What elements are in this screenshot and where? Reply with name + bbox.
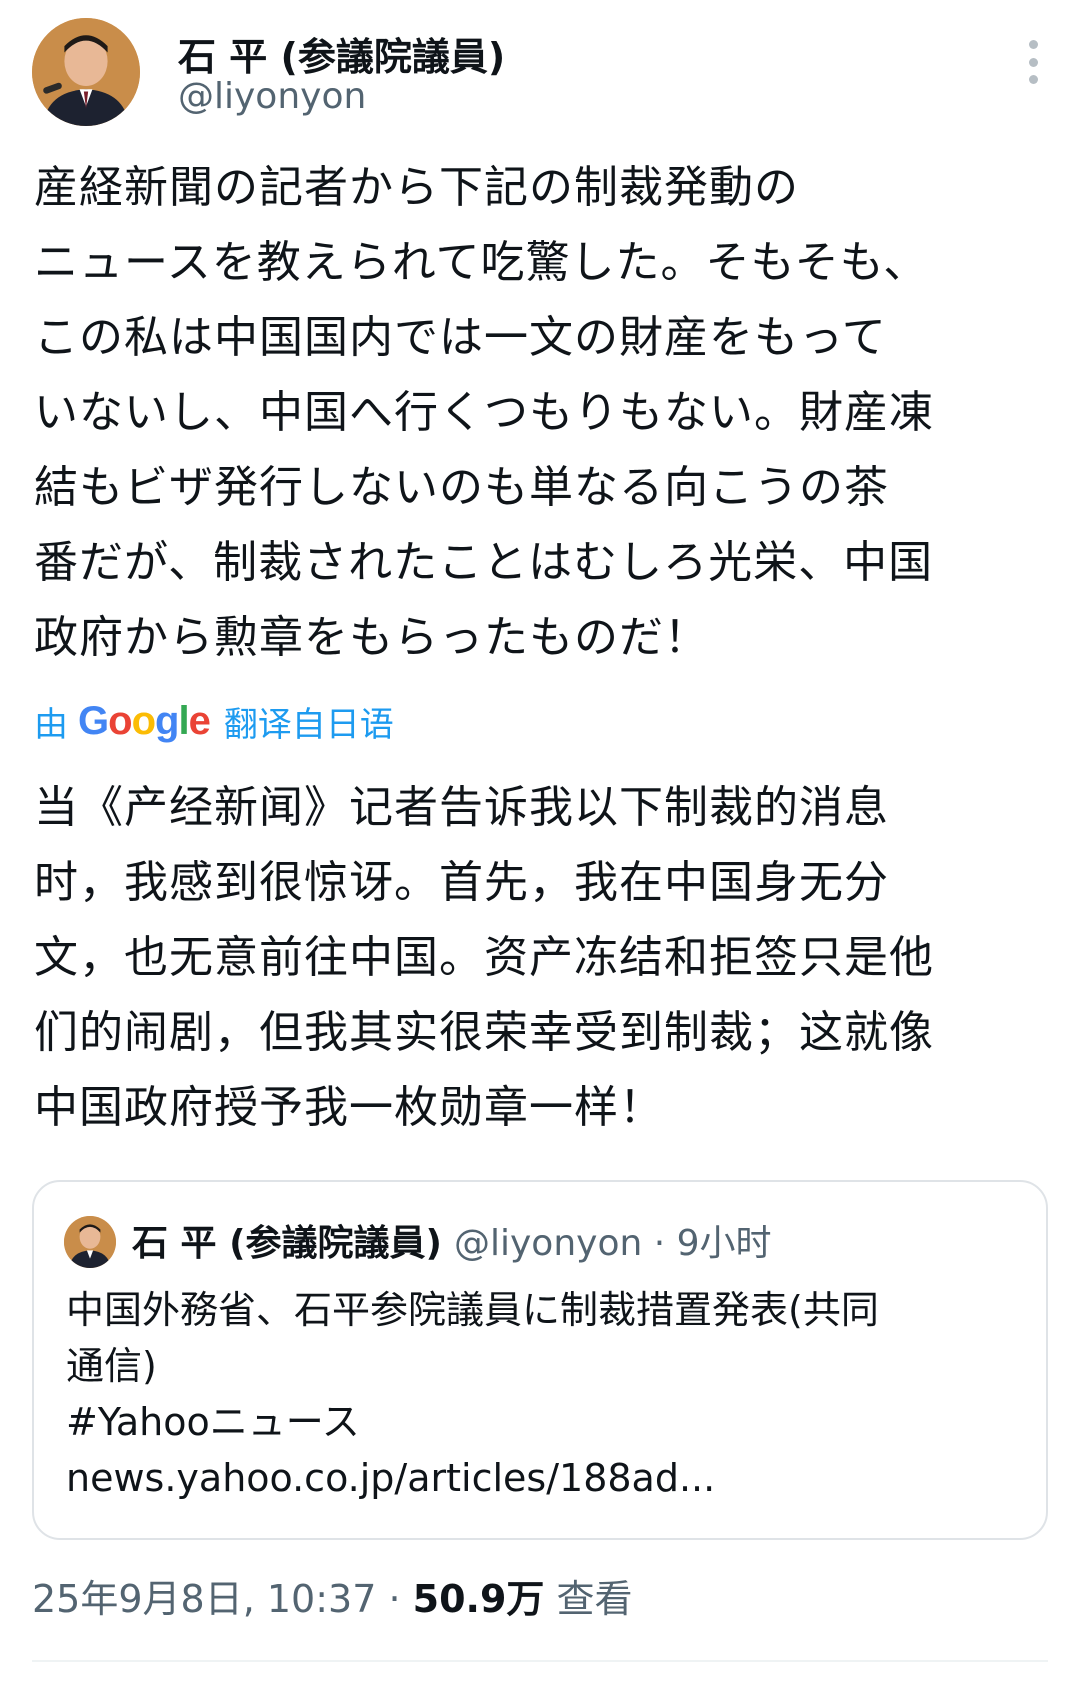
quoted-tweet-time: · 9小时 (642, 1223, 772, 1264)
tweet-text-line: 産経新聞の記者から下記の制裁発動の (34, 162, 799, 213)
avatar-photo (32, 18, 140, 126)
quoted-text-line: 通信) (66, 1344, 157, 1388)
translated-text-line: 当《产经新闻》记者告诉我以下制裁的消息 (34, 782, 889, 833)
quoted-author-avatar (64, 1216, 116, 1268)
translated-text-line: 中国政府授予我一枚勋章一样！ (34, 1082, 664, 1133)
quoted-tweet-header: 石 平 (参議院議員) @liyonyon · 9小时 (132, 1214, 772, 1266)
tweet-original-text: 産経新聞の記者から下記の制裁発動のニュースを教えられて吃驚した。そもそも、 この私… (34, 150, 1054, 675)
author-name[interactable]: 石 平 (参議院議員) (178, 26, 505, 81)
quoted-text-line: #Yahooニュース (66, 1400, 360, 1444)
tweet-text-line: この私は中国国内では一文の財産をもって (34, 312, 887, 363)
quoted-author-handle: @liyonyon (453, 1223, 643, 1264)
quoted-author-name: 石 平 (参議院議員) (132, 1223, 442, 1264)
tweet-text-line: 政府から勲章をもらったものだ！ (34, 612, 709, 663)
quoted-tweet-text: 中国外務省、石平参院議員に制裁措置発表(共同 通信) #Yahooニュース news.… (66, 1282, 1026, 1506)
translated-text-line: 文，也无意前往中国。资产冻结和拒签只是他 (34, 932, 934, 983)
quoted-text-line: 中国外務省、石平参院議員に制裁措置発表(共同 (66, 1288, 879, 1332)
translation-attribution[interactable]: 由 Google 翻译自日语 (34, 696, 394, 746)
divider (32, 1660, 1048, 1662)
views-label[interactable]: 查看 (544, 1577, 632, 1621)
views-count[interactable]: 50.9万 (413, 1577, 545, 1621)
tweet-meta: 25年9月8日, 10:37 · 50.9万 查看 (32, 1568, 632, 1623)
tweet-text-line: ニュースを教えられて吃驚した。そもそも、 (34, 237, 929, 288)
tweet-text-line: いないし、中国へ行くつもりもない。財産凍 (34, 387, 934, 438)
author-handle[interactable]: @liyonyon (178, 76, 366, 117)
tweet-translated-text: 当《产经新闻》记者告诉我以下制裁的消息 时，我感到很惊讶。首先，我在中国身无分 文，… (34, 770, 1054, 1145)
tweet-text-line: 結もビザ発行しないのも単なる向こうの茶 (34, 462, 889, 513)
translation-prefix: 由 (34, 704, 68, 745)
translated-text-line: 时，我感到很惊讶。首先，我在中国身无分 (34, 857, 889, 908)
translated-text-line: 们的闹剧，但我其实很荣幸受到制裁；这就像 (34, 1007, 934, 1058)
more-vertical-icon[interactable] (1018, 40, 1048, 84)
author-avatar[interactable] (32, 18, 140, 126)
tweet-datetime[interactable]: 25年9月8日, 10:37 · (32, 1577, 413, 1621)
google-logo: Google (78, 698, 211, 743)
quoted-text-line: news.yahoo.co.jp/articles/188ad... (66, 1456, 716, 1500)
translation-source-label: 翻译自日语 (223, 704, 394, 745)
avatar-photo (64, 1216, 116, 1268)
tweet-header: 石 平 (参議院議員) @liyonyon (0, 0, 1080, 140)
quoted-tweet-card[interactable]: 石 平 (参議院議員) @liyonyon · 9小时 中国外務省、石平参院議員に… (32, 1180, 1048, 1540)
tweet-text-line: 番だが、制裁されたことはむしろ光栄、中国 (34, 537, 934, 588)
